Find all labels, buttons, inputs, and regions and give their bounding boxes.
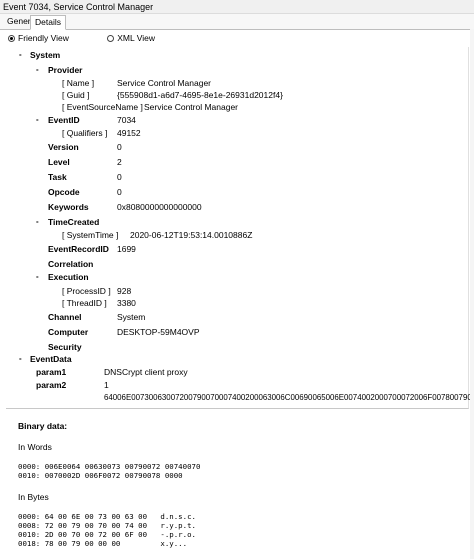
collapse-provider-icon[interactable]: - <box>36 64 39 75</box>
key-eventrecordid: EventRecordID <box>48 244 109 254</box>
binary-words-line-1: 0010: 0070002D 006F0072 00790078 0000 <box>18 471 183 480</box>
node-system: System <box>30 50 61 60</box>
key-opcode: Opcode <box>48 187 80 197</box>
key-threadid: [ ThreadID ] <box>62 298 107 308</box>
binary-bytes-line-0: 0000: 64 00 6E 00 73 00 63 00 d.n.s.c. <box>18 512 196 521</box>
details-tree: - System - Provider [ Name ] Service Con… <box>6 47 474 409</box>
value-eventsourcename: Service Control Manager <box>144 102 239 112</box>
value-eventrecordid: 1699 <box>117 244 136 254</box>
node-execution: Execution <box>48 272 89 282</box>
key-level: Level <box>48 157 70 167</box>
key-param2: param2 <box>36 380 67 390</box>
value-opcode: 0 <box>117 187 122 197</box>
binary-words-line-0: 0000: 006E0064 00630073 00790072 0074007… <box>18 462 201 471</box>
key-qualifiers: [ Qualifiers ] <box>62 128 108 138</box>
radio-unselected-icon <box>107 35 115 42</box>
friendly-view-option[interactable]: Friendly View <box>8 32 69 44</box>
binary-bytes-line-1: 0008: 72 00 79 00 70 00 74 00 r.y.p.t. <box>18 521 196 530</box>
xml-view-label: XML View <box>117 33 156 43</box>
key-task: Task <box>48 172 67 182</box>
value-guid: {555908d1-a6d7-4695-8e1e-26931d2012f4} <box>117 90 283 100</box>
value-keywords: 0x8080000000000000 <box>117 202 202 212</box>
collapse-eventdata-icon[interactable]: - <box>19 353 22 364</box>
value-param1: DNSCrypt client proxy <box>104 367 188 377</box>
key-eventsourcename: [ EventSourceName ] <box>62 102 143 112</box>
key-keywords: Keywords <box>48 202 89 212</box>
key-systemtime: [ SystemTime ] <box>62 230 119 240</box>
value-version: 0 <box>117 142 122 152</box>
friendly-view-label: Friendly View <box>18 33 69 43</box>
collapse-system-icon[interactable]: - <box>19 49 22 60</box>
collapse-execution-icon[interactable]: - <box>36 271 39 282</box>
node-provider: Provider <box>48 65 83 75</box>
view-options: Friendly View XML View <box>8 32 191 44</box>
value-level: 2 <box>117 157 122 167</box>
node-timecreated: TimeCreated <box>48 217 100 227</box>
tab-strip: General Details <box>0 14 474 30</box>
scrollbar[interactable] <box>470 29 474 559</box>
value-systemtime: 2020-06-12T19:53:14.0010886Z <box>130 230 253 240</box>
key-computer: Computer <box>48 327 89 337</box>
value-param2-extra: 64006E0073006300720079007000740020006300… <box>104 393 474 402</box>
key-name: [ Name ] <box>62 78 95 88</box>
value-threadid: 3380 <box>117 298 136 308</box>
radio-selected-icon <box>8 35 15 42</box>
node-eventdata: EventData <box>30 354 72 364</box>
value-param2: 1 <box>104 380 109 390</box>
tab-details[interactable]: Details <box>30 15 66 30</box>
key-channel: Channel <box>48 312 82 322</box>
key-version: Version <box>48 142 79 152</box>
node-security: Security <box>48 342 82 352</box>
key-processid: [ ProcessID ] <box>62 286 111 296</box>
key-guid: [ Guid ] <box>62 90 90 100</box>
binary-bytes-line-2: 0010: 2D 00 70 00 72 00 6F 00 -.p.r.o. <box>18 530 196 539</box>
value-channel: System <box>117 312 146 322</box>
value-eventid: 7034 <box>117 115 136 125</box>
value-qualifiers: 49152 <box>117 128 141 138</box>
key-eventid: EventID <box>48 115 80 125</box>
value-computer: DESKTOP-59M4OVP <box>117 327 200 337</box>
value-task: 0 <box>117 172 122 182</box>
collapse-eventid-icon[interactable]: - <box>36 114 39 125</box>
window-title: Event 7034, Service Control Manager <box>0 0 474 14</box>
collapse-timecreated-icon[interactable]: - <box>36 216 39 227</box>
xml-view-option[interactable]: XML View <box>107 32 155 44</box>
value-processid: 928 <box>117 286 132 296</box>
binary-words-title: In Words <box>18 442 52 452</box>
binary-bytes-line-3: 0018: 78 00 79 00 00 00 x.y... <box>18 539 188 548</box>
key-param1: param1 <box>36 367 67 377</box>
node-correlation: Correlation <box>48 259 94 269</box>
binary-data-title: Binary data: <box>18 421 68 431</box>
binary-bytes-title: In Bytes <box>18 492 49 502</box>
value-name: Service Control Manager <box>117 78 212 88</box>
